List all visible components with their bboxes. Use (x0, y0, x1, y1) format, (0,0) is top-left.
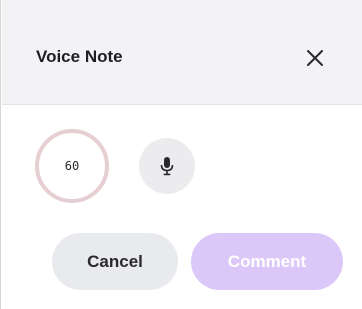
timer-value: 60 (64, 159, 80, 173)
dialog-header: Voice Note (2, 0, 362, 105)
close-icon (307, 50, 323, 66)
cancel-button[interactable]: Cancel (52, 233, 178, 290)
comment-button[interactable]: Comment (191, 233, 343, 290)
recording-timer: 60 (34, 128, 110, 204)
voice-note-dialog: Voice Note 60 Cancel Comment (0, 0, 362, 309)
dialog-title: Voice Note (36, 47, 123, 66)
close-button[interactable] (295, 38, 335, 78)
microphone-icon (160, 157, 174, 176)
record-button[interactable] (139, 138, 195, 194)
